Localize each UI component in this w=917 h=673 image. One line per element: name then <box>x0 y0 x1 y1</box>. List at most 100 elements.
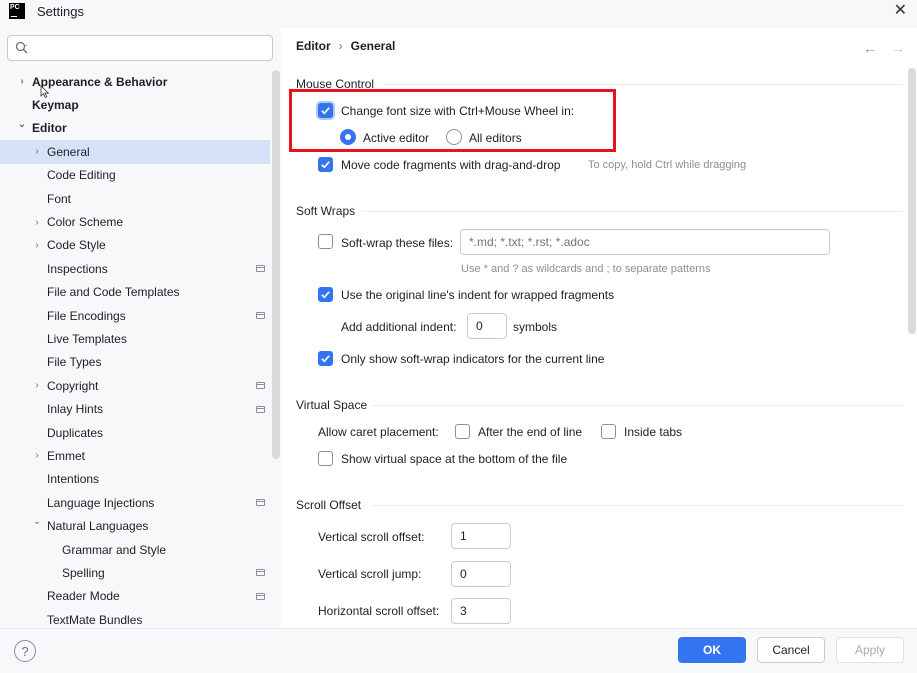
search-field[interactable] <box>7 35 273 61</box>
sidebar-item-label: Editor <box>32 121 67 136</box>
sidebar-item-live-templates[interactable]: Live Templates <box>0 327 270 350</box>
breadcrumb-parent[interactable]: Editor <box>296 39 331 53</box>
horizontal-scroll-offset-input[interactable]: 3 <box>451 598 511 624</box>
virtual-space-bottom-checkbox[interactable] <box>318 451 333 466</box>
sidebar-item-label: Inlay Hints <box>47 402 104 417</box>
sidebar-item-duplicates[interactable]: Duplicates <box>0 421 270 444</box>
search-icon <box>15 41 28 54</box>
section-divider <box>383 84 903 85</box>
active-editor-radio[interactable] <box>340 129 356 145</box>
chevron-down-icon[interactable]: ⌄ <box>17 119 27 130</box>
settings-sidebar: › Appearance & Behavior Keymap ⌄ Editor › Gene… <box>0 28 281 628</box>
soft-wrap-files-input[interactable] <box>460 229 830 255</box>
sidebar-item-font[interactable]: Font <box>0 187 270 210</box>
title-bar: PC Settings ✕ <box>0 0 917 22</box>
content-scrollbar[interactable] <box>908 68 916 334</box>
sidebar-item-language-injections[interactable]: Language Injections <box>0 491 270 514</box>
additional-indent-unit: symbols <box>513 320 558 334</box>
breadcrumb: Editor › General <box>296 39 395 53</box>
project-scope-icon <box>256 499 265 507</box>
chevron-right-icon[interactable]: › <box>32 380 42 391</box>
project-scope-icon <box>256 405 265 413</box>
sidebar-item-general[interactable]: › General <box>0 140 270 164</box>
sidebar-item-label: Copyright <box>47 378 99 393</box>
soft-wrap-files-checkbox[interactable] <box>318 234 333 249</box>
change-font-size-label: Change font size with Ctrl+Mouse Wheel i… <box>341 104 575 118</box>
sidebar-item-emmet[interactable]: › Emmet <box>0 444 270 467</box>
drag-and-drop-checkbox[interactable] <box>318 157 333 172</box>
sidebar-item-label: Code Editing <box>47 168 116 183</box>
sidebar-item-label: Duplicates <box>47 425 104 440</box>
all-editors-radio[interactable] <box>446 129 462 145</box>
sidebar-item-label: Emmet <box>47 448 86 463</box>
project-scope-icon <box>256 592 265 600</box>
inside-tabs-checkbox[interactable] <box>601 424 616 439</box>
chevron-right-icon[interactable]: › <box>32 146 42 157</box>
chevron-right-icon[interactable]: › <box>32 240 42 251</box>
caret-placement-label: Allow caret placement: <box>318 425 439 439</box>
apply-button[interactable]: Apply <box>836 637 904 663</box>
after-end-of-line-checkbox[interactable] <box>455 424 470 439</box>
virtual-space-bottom-label: Show virtual space at the bottom of the … <box>341 452 568 466</box>
inside-tabs-label: Inside tabs <box>624 425 683 439</box>
sidebar-item-grammar-and-style[interactable]: Grammar and Style <box>0 538 270 561</box>
sidebar-item-editor[interactable]: ⌄ Editor <box>0 117 270 140</box>
sidebar-item-label: Language Injections <box>47 495 155 510</box>
change-font-size-checkbox[interactable] <box>318 103 333 118</box>
sidebar-scrollbar[interactable] <box>272 70 280 459</box>
pycharm-app-icon: PC <box>9 3 25 19</box>
close-icon[interactable]: ✕ <box>894 0 907 20</box>
sidebar-item-code-editing[interactable]: Code Editing <box>0 164 270 187</box>
window-title: Settings <box>37 3 84 19</box>
cancel-button[interactable]: Cancel <box>757 637 825 663</box>
scroll-offset-title: Scroll Offset <box>296 498 362 512</box>
sidebar-item-file-types[interactable]: File Types <box>0 351 270 374</box>
sidebar-item-inlay-hints[interactable]: Inlay Hints <box>0 397 270 420</box>
sidebar-item-inspections[interactable]: Inspections <box>0 257 270 280</box>
settings-tree: › Appearance & Behavior Keymap ⌄ Editor › Gene… <box>0 70 270 631</box>
sidebar-item-label: Code Style <box>47 238 106 253</box>
chevron-right-icon[interactable]: › <box>32 450 42 461</box>
vertical-scroll-offset-input[interactable]: 1 <box>451 523 511 549</box>
vertical-scroll-jump-input[interactable]: 0 <box>451 561 511 587</box>
sidebar-item-intentions[interactable]: Intentions <box>0 468 270 491</box>
project-scope-icon <box>256 312 265 320</box>
forward-arrow-icon[interactable]: → <box>891 40 905 56</box>
additional-indent-input[interactable]: 0 <box>467 313 507 339</box>
checkmark-icon <box>321 107 330 115</box>
sidebar-item-copyright[interactable]: › Copyright <box>0 374 270 397</box>
sidebar-item-file-and-code-templates[interactable]: File and Code Templates <box>0 281 270 304</box>
sidebar-item-file-encodings[interactable]: File Encodings <box>0 304 270 327</box>
sidebar-item-color-scheme[interactable]: › Color Scheme <box>0 210 270 233</box>
sidebar-item-label: Color Scheme <box>47 215 124 230</box>
original-indent-checkbox[interactable] <box>318 287 333 302</box>
checkmark-icon <box>321 355 330 363</box>
active-editor-label: Active editor <box>363 131 430 145</box>
sidebar-item-reader-mode[interactable]: Reader Mode <box>0 585 270 608</box>
sidebar-item-label: Live Templates <box>47 331 127 346</box>
all-editors-label: All editors <box>469 131 522 145</box>
chevron-down-icon[interactable]: ⌄ <box>32 516 42 527</box>
help-button[interactable]: ? <box>14 640 36 662</box>
sidebar-item-spelling[interactable]: Spelling <box>0 561 270 584</box>
original-indent-label: Use the original line's indent for wrapp… <box>341 288 615 302</box>
mouse-control-title: Mouse Control <box>296 77 375 91</box>
back-arrow-icon[interactable]: ← <box>863 40 877 56</box>
checkmark-icon <box>321 161 330 169</box>
breadcrumb-separator: › <box>338 39 343 53</box>
breadcrumb-current: General <box>350 39 396 53</box>
additional-indent-label: Add additional indent: <box>341 320 457 334</box>
drag-and-drop-hint: To copy, hold Ctrl while dragging <box>588 159 747 171</box>
chevron-right-icon[interactable]: › <box>17 76 27 87</box>
horizontal-scroll-offset-label: Horizontal scroll offset: <box>318 604 440 618</box>
sidebar-item-label: File Types <box>47 355 102 370</box>
search-input[interactable] <box>33 41 272 55</box>
sidebar-item-natural-languages[interactable]: ⌄ Natural Languages <box>0 514 270 537</box>
sidebar-item-label: File Encodings <box>47 308 126 323</box>
virtual-space-title: Virtual Space <box>296 398 368 412</box>
sidebar-item-code-style[interactable]: › Code Style <box>0 234 270 257</box>
current-line-indicators-checkbox[interactable] <box>318 351 333 366</box>
chevron-right-icon[interactable]: › <box>32 217 42 228</box>
ok-button[interactable]: OK <box>678 637 746 663</box>
section-divider <box>370 505 903 506</box>
